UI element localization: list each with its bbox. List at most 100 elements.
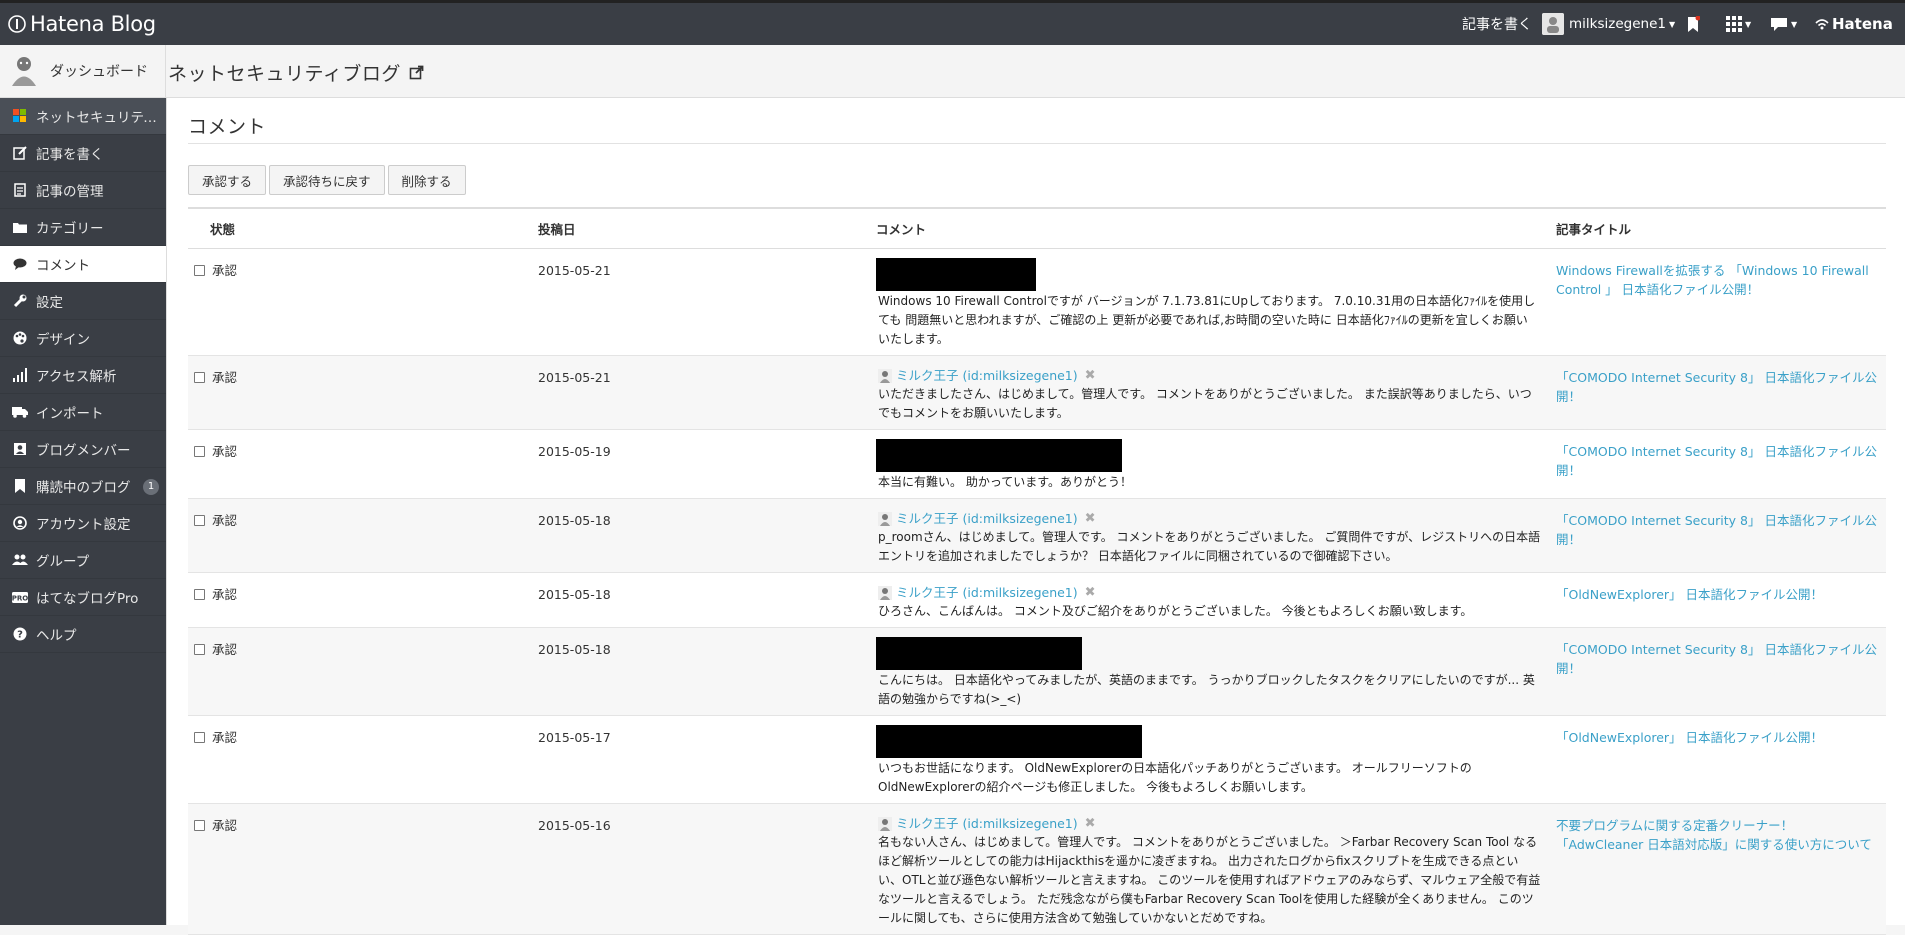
apps-menu-button[interactable]: ▼ <box>1726 3 1751 45</box>
post-date: 2015-05-18 <box>538 627 876 716</box>
sidebar-item-write[interactable]: 記事を書く <box>0 135 166 172</box>
article-title-link[interactable]: 「OldNewExplorer」 日本語化ファイル公開！ <box>1556 585 1886 604</box>
sidebar-item-label: アカウント設定 <box>36 517 131 533</box>
bulk-actions: 承認する 承認待ちに戻す 削除する <box>188 165 469 195</box>
delete-comment-icon[interactable]: ✖ <box>1085 509 1096 528</box>
author-link[interactable]: ミルク王子 (id:milksizegene1) <box>896 366 1078 385</box>
notification-button[interactable]: ▼ <box>1770 3 1797 45</box>
status-text: 承認 <box>212 818 238 833</box>
author-link[interactable]: ミルク王子 (id:milksizegene1) <box>896 583 1078 602</box>
blog-title: ネットセキュリティブログ <box>168 63 401 85</box>
approve-button[interactable]: 承認する <box>188 165 267 195</box>
blog-header: ダッシュボード ネットセキュリティブログ <box>0 45 1905 98</box>
row-checkbox[interactable] <box>194 820 205 831</box>
edit-icon <box>12 145 28 161</box>
sidebar-item-pro[interactable]: PRO はてなブログPro <box>0 579 166 616</box>
chevron-down-icon: ▼ <box>1668 19 1676 29</box>
row-checkbox[interactable] <box>194 644 205 655</box>
table-row: 承認 2015-05-18 ミルク王子 (id:milksizegene1) ✖… <box>188 572 1886 628</box>
sidebar-item-label: ネットセキュリティブ... <box>36 110 166 126</box>
svg-text:?: ? <box>17 630 23 641</box>
help-icon: ? <box>12 626 28 642</box>
sidebar-item-articles[interactable]: 記事の管理 <box>0 172 166 209</box>
sidebar-item-label: ヘルプ <box>36 628 77 644</box>
user-menu[interactable]: milksizegene1 ▼ <box>1542 3 1675 45</box>
delete-comment-icon[interactable]: ✖ <box>1085 366 1096 385</box>
article-title-link[interactable]: 「COMODO Internet Security 8」 日本語化ファイル公開！ <box>1556 511 1886 549</box>
sidebar-item-label: コメント <box>36 258 90 274</box>
sidebar-item-label: 設定 <box>36 295 63 311</box>
sidebar-item-account[interactable]: アカウント設定 <box>0 505 166 542</box>
blog-avatar <box>8 53 40 89</box>
sidebar-item-comment[interactable]: コメント <box>0 246 166 283</box>
author-link[interactable]: ミルク王子 (id:milksizegene1) <box>896 814 1078 833</box>
article-title-link[interactable]: Windows Firewallを拡張する 「Windows 10 Firewa… <box>1556 261 1886 299</box>
post-date: 2015-05-19 <box>538 429 876 499</box>
user-avatar <box>1542 13 1564 35</box>
column-header-comment: コメント <box>876 207 1556 249</box>
sidebar-item-members[interactable]: ブログメンバー <box>0 431 166 468</box>
sidebar-item-label: はてなブログPro <box>36 591 139 607</box>
redacted-commenter <box>876 637 1082 670</box>
post-date: 2015-05-21 <box>538 248 876 356</box>
author-link[interactable]: ミルク王子 (id:milksizegene1) <box>896 509 1078 528</box>
table-header-row: 状態 投稿日 コメント 記事タイトル <box>188 207 1886 249</box>
global-header: Hatena Blog 記事を書く milksizegene1 ▼ ▼ ▼ Ha… <box>0 0 1905 45</box>
windows-icon <box>12 108 28 124</box>
author-avatar-icon <box>878 368 892 383</box>
dashboard-label: ダッシュボード <box>50 64 148 80</box>
chevron-down-icon: ▼ <box>1745 19 1752 29</box>
author-avatar-icon <box>878 511 892 526</box>
external-link-icon <box>409 65 424 80</box>
table-row: 承認 2015-05-19 本当に有難い。 助かっています。ありがとう！ 「CO… <box>188 429 1886 499</box>
sidebar-item-settings[interactable]: 設定 <box>0 283 166 320</box>
post-date: 2015-05-17 <box>538 715 876 804</box>
sidebar-item-category[interactable]: カテゴリー <box>0 209 166 246</box>
article-title-link[interactable]: 「COMODO Internet Security 8」 日本語化ファイル公開！ <box>1556 640 1886 678</box>
sidebar-item-label: グループ <box>36 554 90 570</box>
username: milksizegene1 <box>1569 16 1666 32</box>
hatena-link[interactable]: Hatena <box>1815 3 1893 45</box>
blog-title-link[interactable]: ネットセキュリティブログ <box>168 59 424 86</box>
row-checkbox[interactable] <box>194 589 205 600</box>
article-title-link[interactable]: 「COMODO Internet Security 8」 日本語化ファイル公開！ <box>1556 442 1886 480</box>
unapprove-button[interactable]: 承認待ちに戻す <box>269 165 385 195</box>
row-checkbox[interactable] <box>194 372 205 383</box>
status-text: 承認 <box>212 444 238 459</box>
row-checkbox[interactable] <box>194 732 205 743</box>
delete-button[interactable]: 削除する <box>387 165 466 195</box>
bookmark-button[interactable] <box>1686 3 1700 45</box>
sidebar-item-blog[interactable]: ネットセキュリティブ... <box>0 98 166 135</box>
group-icon <box>12 552 28 568</box>
table-row: 承認 2015-05-18 こんにちは。 日本語化やってみましたが、英語のままで… <box>188 627 1886 716</box>
hatena-blog-logo[interactable]: Hatena Blog <box>8 12 156 36</box>
comment-text: p_roomさん、はじめまして。管理人です。 コメントをありがとうございました。… <box>878 530 1541 563</box>
logo-text: Hatena Blog <box>30 12 156 36</box>
unread-count-badge: 1 <box>143 479 159 495</box>
comment-text: Windows 10 Firewall Controlですが バージョンが 7.… <box>878 294 1536 346</box>
comment-icon <box>12 256 28 272</box>
sidebar-item-design[interactable]: デザイン <box>0 320 166 357</box>
sidebar-item-label: 記事の管理 <box>36 184 104 200</box>
delete-comment-icon[interactable]: ✖ <box>1085 583 1096 602</box>
dashboard-link[interactable]: ダッシュボード <box>0 45 166 97</box>
comment-table: 状態 投稿日 コメント 記事タイトル 承認 2015-05-21 Windows… <box>188 207 1886 935</box>
write-article-link[interactable]: 記事を書く <box>1462 3 1532 45</box>
sidebar-item-import[interactable]: インポート <box>0 394 166 431</box>
sidebar-item-help[interactable]: ? ヘルプ <box>0 616 166 653</box>
article-title-link[interactable]: 不要プログラムに関する定番クリーナー！「AdwCleaner 日本語対応版」に関… <box>1556 816 1886 854</box>
sidebar-item-subscriptions[interactable]: 購読中のブログ 1 <box>0 468 166 505</box>
delete-comment-icon[interactable]: ✖ <box>1085 814 1096 833</box>
sidebar-item-analytics[interactable]: アクセス解析 <box>0 357 166 394</box>
comment-text: いつもお世話になります。 OldNewExplorerの日本語化パッチありがとう… <box>878 761 1472 794</box>
article-title-link[interactable]: 「OldNewExplorer」 日本語化ファイル公開！ <box>1556 728 1886 747</box>
grid-icon <box>1726 16 1742 32</box>
sidebar-item-group[interactable]: グループ <box>0 542 166 579</box>
row-checkbox[interactable] <box>194 265 205 276</box>
status-text: 承認 <box>212 370 238 385</box>
article-title-link[interactable]: 「COMODO Internet Security 8」 日本語化ファイル公開！ <box>1556 368 1886 406</box>
pro-icon: PRO <box>12 589 28 605</box>
folder-icon <box>12 219 28 235</box>
row-checkbox[interactable] <box>194 446 205 457</box>
row-checkbox[interactable] <box>194 515 205 526</box>
